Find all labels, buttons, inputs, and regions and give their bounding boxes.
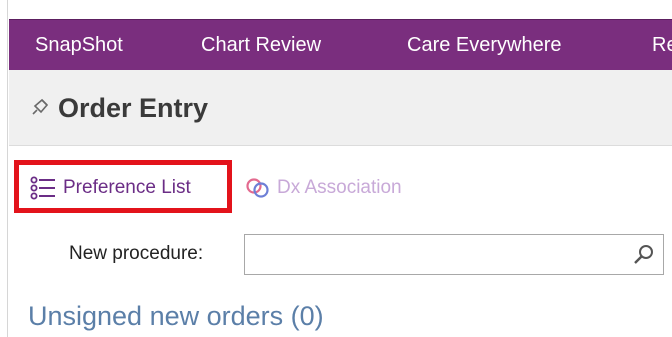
link-icon [246, 178, 269, 198]
preference-list-label: Preference List [63, 177, 191, 198]
page-title: Order Entry [58, 93, 209, 123]
activity-header: Order Entry [9, 70, 672, 146]
list-icon [30, 176, 55, 200]
activity-tab-bar: SnapShot Chart Review Care Everywhere Re [9, 19, 672, 70]
preference-list-button[interactable]: Preference List [18, 170, 228, 206]
tab-truncated[interactable]: Re [652, 20, 672, 70]
search-icon[interactable] [632, 242, 656, 266]
new-procedure-label: New procedure: [69, 243, 204, 264]
pin-icon[interactable] [31, 96, 51, 116]
dx-association-button[interactable]: Dx Association [245, 170, 402, 206]
tab-care-everywhere[interactable]: Care Everywhere [407, 20, 562, 70]
tab-snapshot[interactable]: SnapShot [35, 20, 123, 70]
unsigned-orders-title: Unsigned new orders (0) [28, 301, 324, 331]
tab-chart-review[interactable]: Chart Review [201, 20, 321, 70]
new-procedure-input[interactable] [244, 234, 664, 275]
dx-association-label: Dx Association [277, 177, 402, 198]
left-border [0, 0, 8, 337]
